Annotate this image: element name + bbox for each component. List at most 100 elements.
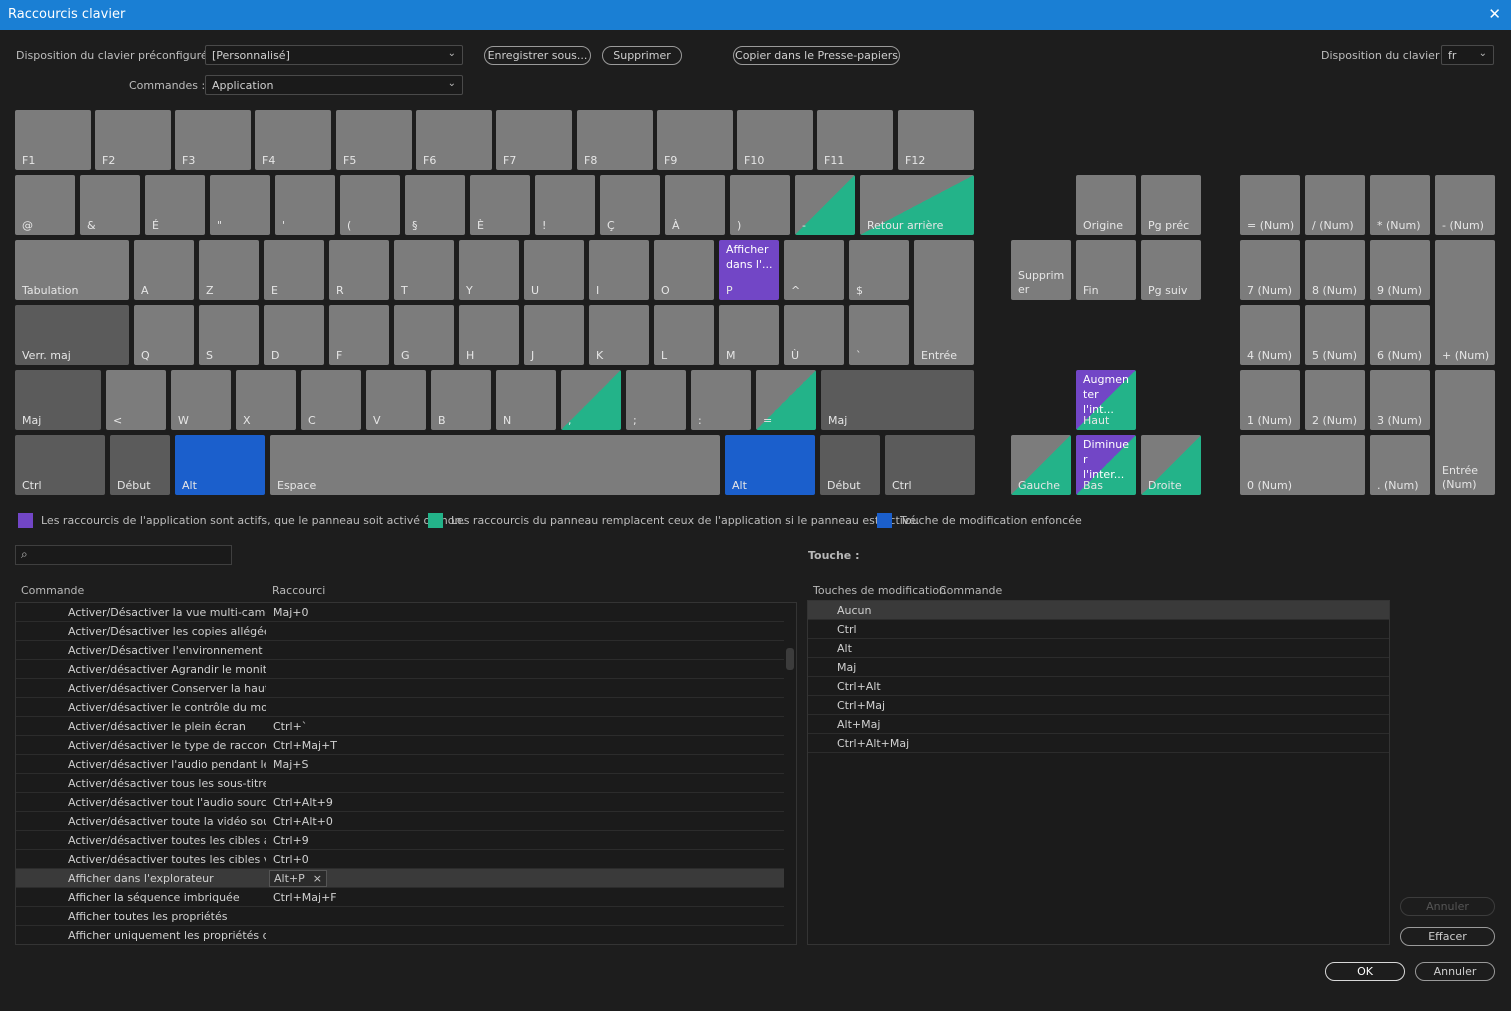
key-w[interactable]: W: [171, 370, 231, 430]
key-e-acute[interactable]: É: [145, 175, 205, 235]
key-ctrl-left[interactable]: Ctrl: [15, 435, 105, 495]
key-a-grave[interactable]: À: [665, 175, 725, 235]
table-row[interactable]: Activer/désactiver Conserver la hauteur: [16, 679, 784, 698]
table-row[interactable]: Activer/désactiver le plein écran Ctrl+`: [16, 717, 784, 736]
key-num-enter[interactable]: Entrée (Num): [1435, 370, 1495, 495]
key-section[interactable]: §: [405, 175, 465, 235]
key-num-4[interactable]: 4 (Num): [1240, 305, 1300, 365]
table-row[interactable]: Activer/désactiver toutes les cibles vid…: [16, 850, 784, 869]
key-d[interactable]: D: [264, 305, 324, 365]
key-home[interactable]: Origine: [1076, 175, 1136, 235]
modifier-row[interactable]: Aucun: [808, 601, 1389, 620]
key-alt-left[interactable]: Alt: [175, 435, 265, 495]
key-backspace[interactable]: Retour arrière: [860, 175, 974, 235]
table-row[interactable]: Activer/désactiver le type de raccord Ctr…: [16, 736, 784, 755]
key-num-8[interactable]: 8 (Num): [1305, 240, 1365, 300]
column-command[interactable]: Commande: [21, 584, 84, 597]
undo-button[interactable]: Annuler: [1400, 897, 1495, 916]
key-left[interactable]: Gauche: [1011, 435, 1071, 495]
key-k[interactable]: K: [589, 305, 649, 365]
key-down[interactable]: Diminue r l'inter... Bas: [1076, 435, 1136, 495]
key-f5[interactable]: F5: [336, 110, 412, 170]
key-num-3[interactable]: 3 (Num): [1370, 370, 1430, 430]
table-row[interactable]: Activer/désactiver le contrôle du mode c: [16, 698, 784, 717]
key-shift-left[interactable]: Maj: [15, 370, 101, 430]
ok-button[interactable]: OK: [1325, 962, 1405, 981]
table-row[interactable]: Activer/Désactiver les copies allégées: [16, 622, 784, 641]
table-row[interactable]: Afficher dans l'explorateur Alt+P ×: [16, 869, 784, 888]
key-num-equal[interactable]: = (Num): [1240, 175, 1300, 235]
key-caret[interactable]: ^: [784, 240, 844, 300]
key-paren-open[interactable]: (: [340, 175, 400, 235]
key-c[interactable]: C: [301, 370, 361, 430]
key-equal[interactable]: =: [756, 370, 816, 430]
key-g[interactable]: G: [394, 305, 454, 365]
key-quote[interactable]: ": [210, 175, 270, 235]
cancel-button[interactable]: Annuler: [1415, 962, 1495, 981]
key-num-divide[interactable]: / (Num): [1305, 175, 1365, 235]
key-num-5[interactable]: 5 (Num): [1305, 305, 1365, 365]
copy-clipboard-button[interactable]: Copier dans le Presse-papiers: [733, 46, 900, 65]
key-f2[interactable]: F2: [95, 110, 171, 170]
shortcut-chip[interactable]: Alt+P ×: [269, 870, 327, 887]
key-up[interactable]: Augmen ter l'int... Haut: [1076, 370, 1136, 430]
key-a[interactable]: A: [134, 240, 194, 300]
key-num-add[interactable]: + (Num): [1435, 240, 1495, 365]
key-f9[interactable]: F9: [657, 110, 733, 170]
table-row[interactable]: Activer/désactiver Agrandir le moniteur: [16, 660, 784, 679]
close-icon[interactable]: ✕: [1488, 5, 1501, 23]
key-v[interactable]: V: [366, 370, 426, 430]
table-row[interactable]: Activer/Désactiver la vue multi-caméras M…: [16, 603, 784, 622]
key-right[interactable]: Droite: [1141, 435, 1201, 495]
key-less-than[interactable]: <: [106, 370, 166, 430]
key-f3[interactable]: F3: [175, 110, 251, 170]
key-f7[interactable]: F7: [496, 110, 572, 170]
modifier-row[interactable]: Ctrl+Maj: [808, 696, 1389, 715]
key-u[interactable]: U: [524, 240, 584, 300]
key-x[interactable]: X: [236, 370, 296, 430]
key-num-0[interactable]: 0 (Num): [1240, 435, 1365, 495]
key-ampersand[interactable]: &: [80, 175, 140, 235]
table-row[interactable]: Afficher toutes les propriétés: [16, 907, 784, 926]
modifier-row[interactable]: Ctrl+Alt+Maj: [808, 734, 1389, 753]
key-shift-right[interactable]: Maj: [821, 370, 974, 430]
key-num-2[interactable]: 2 (Num): [1305, 370, 1365, 430]
key-backtick[interactable]: `: [849, 305, 909, 365]
key-num-9[interactable]: 9 (Num): [1370, 240, 1430, 300]
key-paren-close[interactable]: ): [730, 175, 790, 235]
key-start-left[interactable]: Début: [110, 435, 170, 495]
key-page-up[interactable]: Pg préc: [1141, 175, 1201, 235]
key-f8[interactable]: F8: [577, 110, 653, 170]
key-page-down[interactable]: Pg suiv: [1141, 240, 1201, 300]
key-n[interactable]: N: [496, 370, 556, 430]
key-o[interactable]: O: [654, 240, 714, 300]
commands-scrollbar[interactable]: [786, 648, 794, 670]
preset-select[interactable]: [Personnalisé] ⌄: [205, 45, 463, 65]
key-f11[interactable]: F11: [817, 110, 893, 170]
key-num-7[interactable]: 7 (Num): [1240, 240, 1300, 300]
column-shortcut[interactable]: Raccourci: [272, 584, 325, 597]
key-f[interactable]: F: [329, 305, 389, 365]
table-row[interactable]: Activer/désactiver toute la vidéo source…: [16, 812, 784, 831]
key-j[interactable]: J: [524, 305, 584, 365]
modifier-row[interactable]: Alt: [808, 639, 1389, 658]
key-exclamation[interactable]: !: [535, 175, 595, 235]
table-row[interactable]: Activer/désactiver l'audio pendant le dé…: [16, 755, 784, 774]
modifier-row[interactable]: Ctrl+Alt: [808, 677, 1389, 696]
key-num-subtract[interactable]: - (Num): [1435, 175, 1495, 235]
key-num-1[interactable]: 1 (Num): [1240, 370, 1300, 430]
delete-preset-button[interactable]: Supprimer: [602, 46, 682, 65]
key-tab[interactable]: Tabulation: [15, 240, 129, 300]
key-b[interactable]: B: [431, 370, 491, 430]
table-row[interactable]: Activer/désactiver tous les sous-titres …: [16, 774, 784, 793]
clear-button[interactable]: Effacer: [1400, 927, 1495, 946]
modifier-row[interactable]: Alt+Maj: [808, 715, 1389, 734]
remove-shortcut-icon[interactable]: ×: [313, 872, 322, 885]
key-space[interactable]: Espace: [270, 435, 720, 495]
key-u-grave[interactable]: Ù: [784, 305, 844, 365]
commands-select[interactable]: Application ⌄: [205, 75, 463, 95]
key-comma[interactable]: ,: [561, 370, 621, 430]
key-f1[interactable]: F1: [15, 110, 91, 170]
key-e-grave[interactable]: È: [470, 175, 530, 235]
key-delete[interactable]: Supprim er: [1011, 240, 1071, 300]
